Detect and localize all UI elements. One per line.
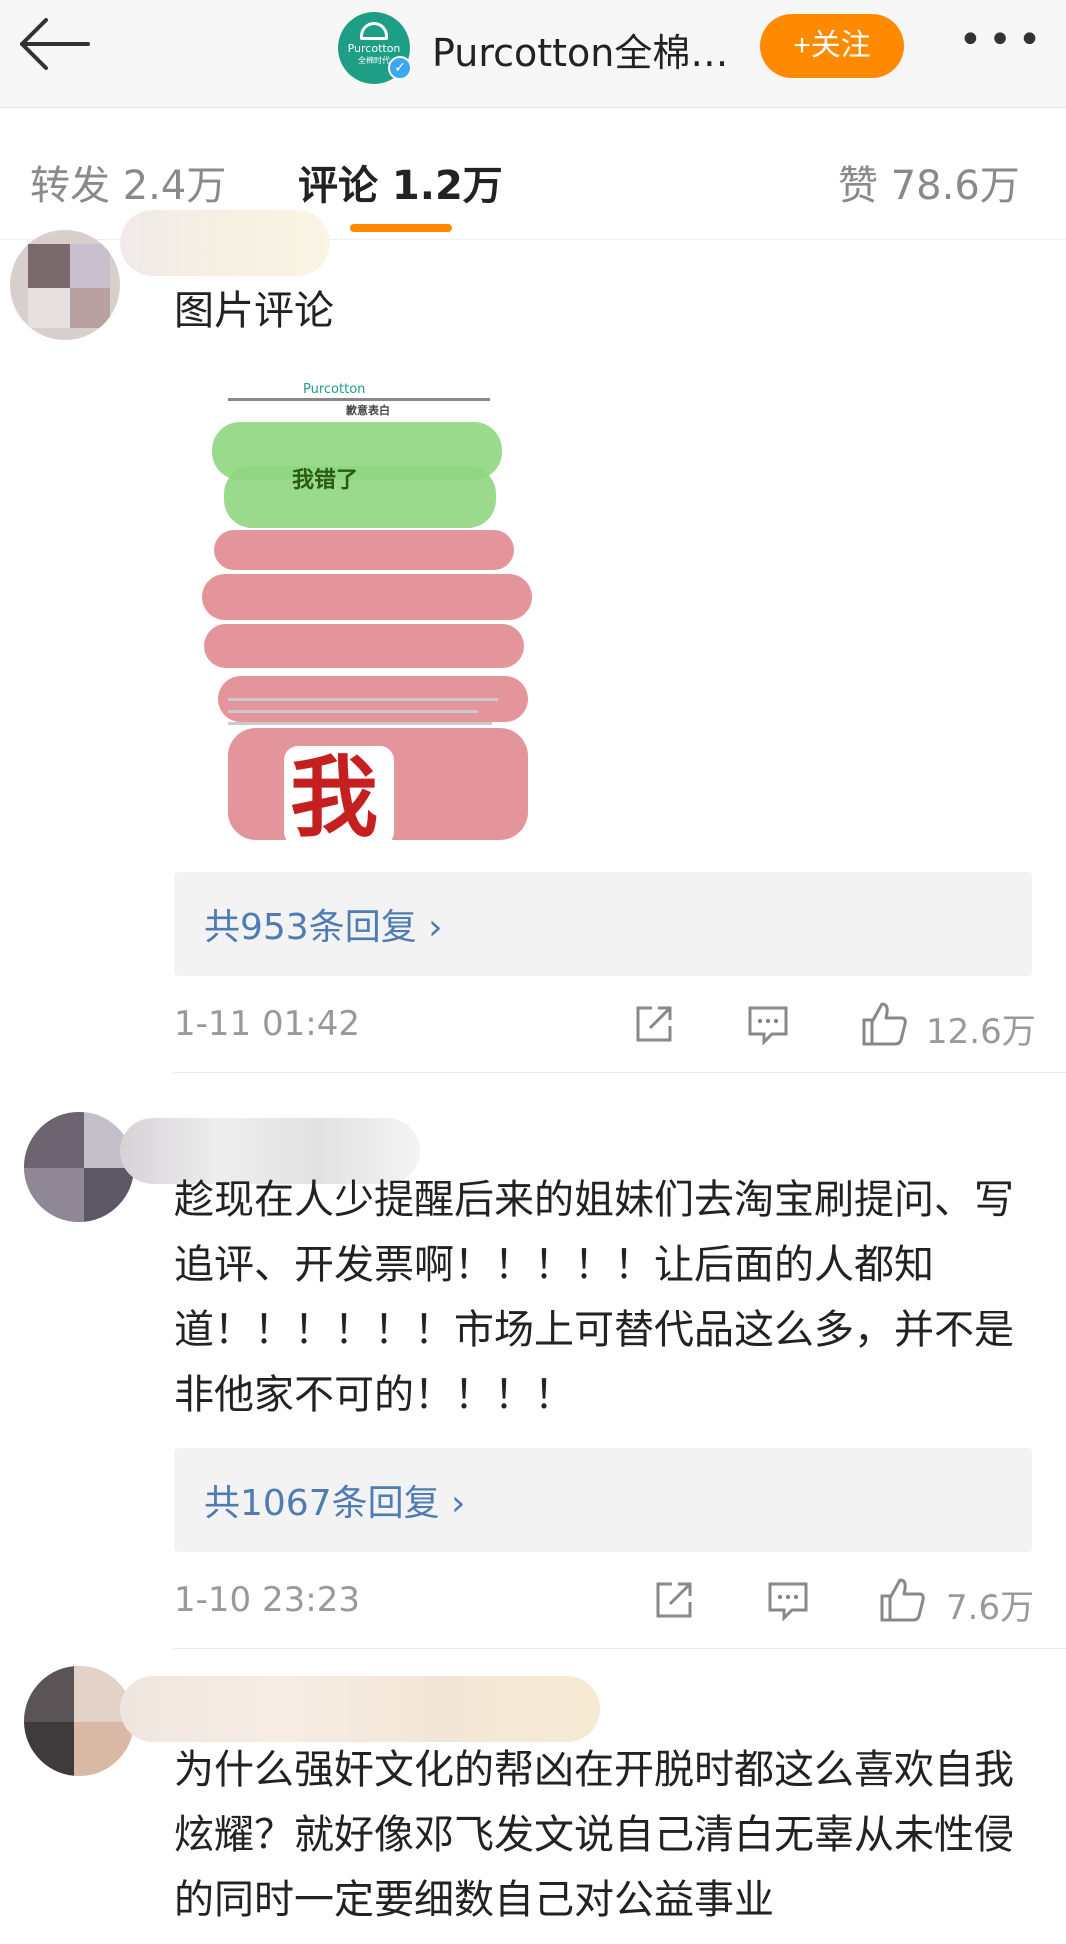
back-arrow-icon[interactable] <box>14 14 94 74</box>
verified-check-icon: ✓ <box>388 56 412 80</box>
logo-heart-icon <box>360 22 388 40</box>
comment-image[interactable]: Purcotton 歉意表白 我错了 我 <box>198 378 542 840</box>
picture-comment-label: 图片评论 <box>174 288 334 334</box>
tab-likes[interactable]: 赞 78.6万 <box>838 153 1020 211</box>
follow-button[interactable]: +关注 <box>760 14 904 78</box>
reply-count-link[interactable]: 共1067条回复 › <box>204 1474 465 1526</box>
comment-divider <box>174 1072 1066 1073</box>
tab-reposts[interactable]: 转发 2.4万 <box>30 153 226 211</box>
avatar[interactable] <box>24 1666 134 1776</box>
like-count: 12.6万 <box>926 1012 1036 1052</box>
image-heading: 歉意表白 <box>346 404 390 417</box>
tab-comments[interactable]: 评论 1.2万 <box>298 153 503 211</box>
share-icon[interactable] <box>652 1578 696 1622</box>
avatar[interactable] <box>10 230 120 340</box>
comment-text: 趁现在人少提醒后来的姐妹们去淘宝刷提问、写追评、开发票啊！！！！！让后面的人都知… <box>174 1177 1014 1418</box>
reply-summary[interactable]: 共1067条回复 › <box>174 1448 1032 1552</box>
comment-text: 为什么强奸文化的帮凶在开脱时都这么喜欢自我炫耀？就好像邓飞发文说自己清白无辜从未… <box>174 1747 1014 1923</box>
comment-time: 1-11 01:42 <box>174 1004 360 1044</box>
comment-icon[interactable] <box>746 1002 790 1046</box>
reply-summary[interactable]: 共953条回复 › <box>174 872 1032 976</box>
comment-icon[interactable] <box>766 1578 810 1622</box>
comment-divider <box>174 1648 1066 1649</box>
active-tab-indicator <box>350 224 452 232</box>
share-icon[interactable] <box>632 1002 676 1046</box>
top-bar: Purcotton 全棉时代 ✓ Purcotton全棉… +关注 ••• <box>0 0 1066 108</box>
thumbs-up-icon[interactable] <box>860 1000 908 1048</box>
image-sticker-text: 我错了 <box>292 468 359 493</box>
logo-brand: Purcotton <box>347 42 401 55</box>
image-brand: Purcotton <box>303 382 366 397</box>
username-blurred[interactable] <box>120 1676 600 1742</box>
like-count: 7.6万 <box>946 1588 1035 1628</box>
image-sticker-big: 我 <box>290 746 379 841</box>
reply-count-link[interactable]: 共953条回复 › <box>204 898 443 950</box>
account-title[interactable]: Purcotton全棉… <box>432 22 728 77</box>
avatar[interactable] <box>24 1112 134 1222</box>
username-blurred[interactable] <box>120 210 330 276</box>
comment-time: 1-10 23:23 <box>174 1580 360 1620</box>
thumbs-up-icon[interactable] <box>878 1576 926 1624</box>
more-dots-icon[interactable]: ••• <box>958 20 1048 68</box>
